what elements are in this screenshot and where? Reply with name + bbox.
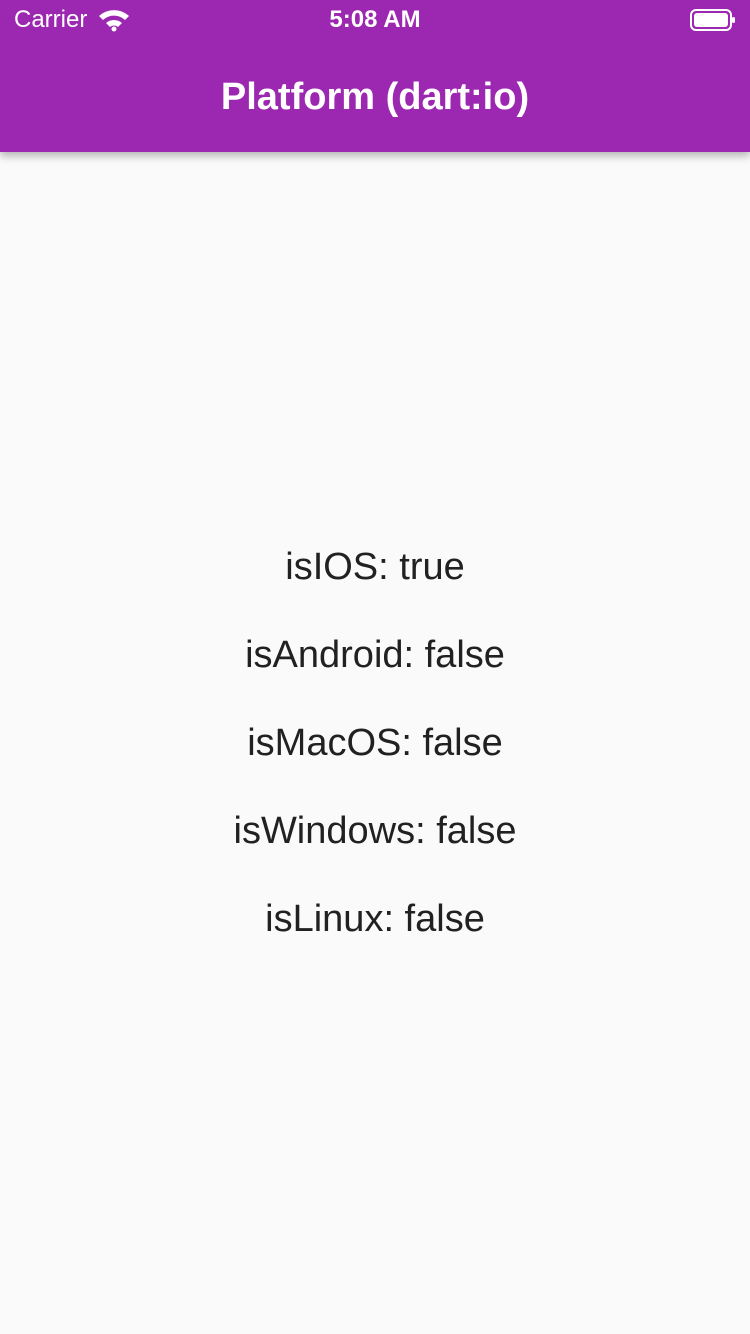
- platform-row-windows: isWindows: false: [233, 810, 517, 852]
- status-bar: Carrier 5:08 AM: [0, 0, 750, 40]
- platform-row-android: isAndroid: false: [245, 634, 505, 676]
- battery-icon: [690, 9, 735, 31]
- platform-list: isIOS: true isAndroid: false isMacOS: fa…: [0, 538, 750, 978]
- app-screen: Carrier 5:08 AM Platform (dart:io) isIOS…: [0, 0, 750, 1334]
- app-bar: Carrier 5:08 AM Platform (dart:io): [0, 0, 750, 152]
- platform-row-ios: isIOS: true: [285, 546, 465, 588]
- platform-row-linux: isLinux: false: [265, 898, 485, 940]
- platform-row-macos: isMacOS: false: [247, 722, 503, 764]
- status-time: 5:08 AM: [329, 6, 421, 33]
- page-title: Platform (dart:io): [220, 76, 530, 118]
